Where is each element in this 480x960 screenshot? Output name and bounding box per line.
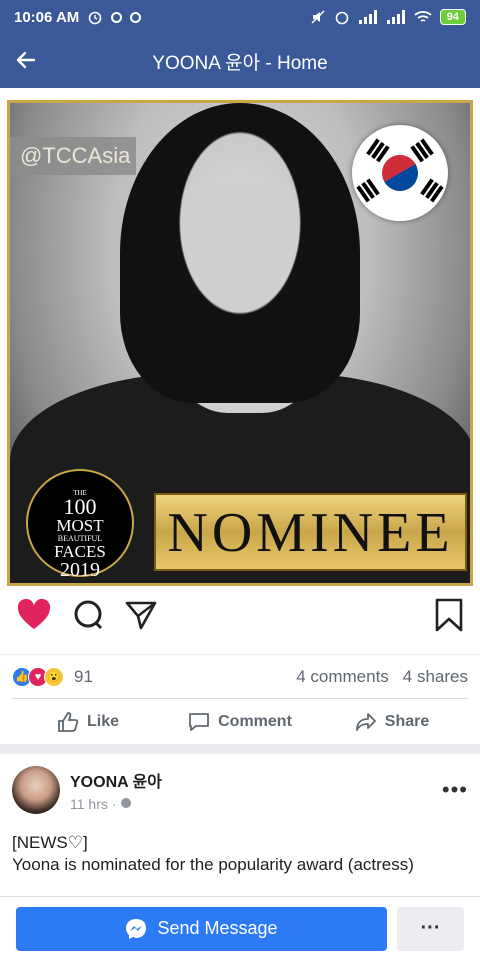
wow-reaction-icon: 😮 — [44, 666, 64, 687]
share-label: Share — [384, 712, 430, 730]
share-arrow-icon — [355, 712, 376, 731]
post-meta: 11 hrs · — [70, 796, 162, 812]
post-text-line: Yoona is nominated for the popularity aw… — [12, 855, 414, 874]
author-name[interactable]: YOONA 윤아 — [70, 768, 162, 792]
notification-dot-icon — [130, 11, 142, 23]
send-message-button[interactable]: Send Message — [16, 906, 387, 951]
like-button[interactable]: Like — [12, 711, 164, 733]
comment-button[interactable]: Comment — [164, 711, 316, 733]
share-button[interactable]: Share — [316, 711, 468, 733]
back-arrow-icon[interactable] — [14, 48, 38, 72]
more-button[interactable]: ··· — [397, 906, 464, 951]
bottom-action-bar: Send Message ··· — [0, 896, 480, 960]
alarm-icon — [89, 11, 102, 25]
more-options-button[interactable]: ••• — [442, 777, 468, 803]
like-label: Like — [86, 712, 119, 730]
photo-hair — [120, 103, 360, 403]
battery-indicator: 94 — [439, 9, 466, 25]
comment-label: Comment — [218, 712, 292, 730]
signal-icon — [386, 10, 405, 24]
comment-bubble-icon[interactable] — [72, 599, 104, 631]
send-icon[interactable] — [124, 599, 158, 631]
reaction-count: 91 — [74, 666, 93, 686]
shares-count[interactable]: 4 shares — [403, 667, 468, 687]
signal-icon — [358, 10, 377, 24]
instagram-actions — [0, 586, 480, 644]
notification-dot-icon — [111, 11, 123, 23]
post-time[interactable]: 11 hrs · — [70, 796, 116, 812]
alarm-icon — [335, 11, 349, 25]
most-beautiful-faces-badge: THE 100 MOST BEAUTIFUL FACES 2019 — [26, 469, 134, 580]
post-card: @TCCAsia THE 100 MOST BEAUTIFUL FACES 20… — [0, 88, 480, 744]
heart-icon[interactable] — [16, 598, 52, 632]
status-time: 10:06 AM — [14, 8, 80, 26]
post-text: [NEWS♡] Yoona is nominated for the popul… — [12, 832, 468, 876]
news-feed: @TCCAsia THE 100 MOST BEAUTIFUL FACES 20… — [0, 88, 480, 960]
thumbs-up-icon — [58, 711, 79, 732]
globe-icon — [121, 798, 132, 808]
nominee-banner: NOMINEE — [154, 493, 467, 571]
bookmark-icon[interactable] — [434, 598, 464, 632]
watermark: @TCCAsia — [10, 137, 137, 175]
comments-count[interactable]: 4 comments — [296, 667, 389, 687]
app-bar: YOONA 윤아 - Home — [0, 34, 480, 88]
send-message-label: Send Message — [157, 918, 278, 938]
comment-icon — [189, 712, 210, 731]
korea-flag-icon — [352, 125, 448, 221]
post-action-bar: Like Comment Share — [12, 698, 468, 744]
page-title: YOONA 윤아 - Home — [152, 52, 328, 74]
post-photo[interactable]: @TCCAsia THE 100 MOST BEAUTIFUL FACES 20… — [7, 100, 473, 586]
post-text-line: [NEWS♡] — [12, 833, 88, 852]
status-bar: 10:06 AM 94 — [0, 0, 480, 34]
reactions-summary[interactable]: 👍 ♥ 😮 91 4 comments 4 shares — [0, 654, 480, 698]
messenger-icon — [126, 918, 147, 939]
wifi-icon — [414, 11, 432, 22]
avatar[interactable] — [12, 766, 60, 814]
mute-icon — [311, 10, 325, 24]
